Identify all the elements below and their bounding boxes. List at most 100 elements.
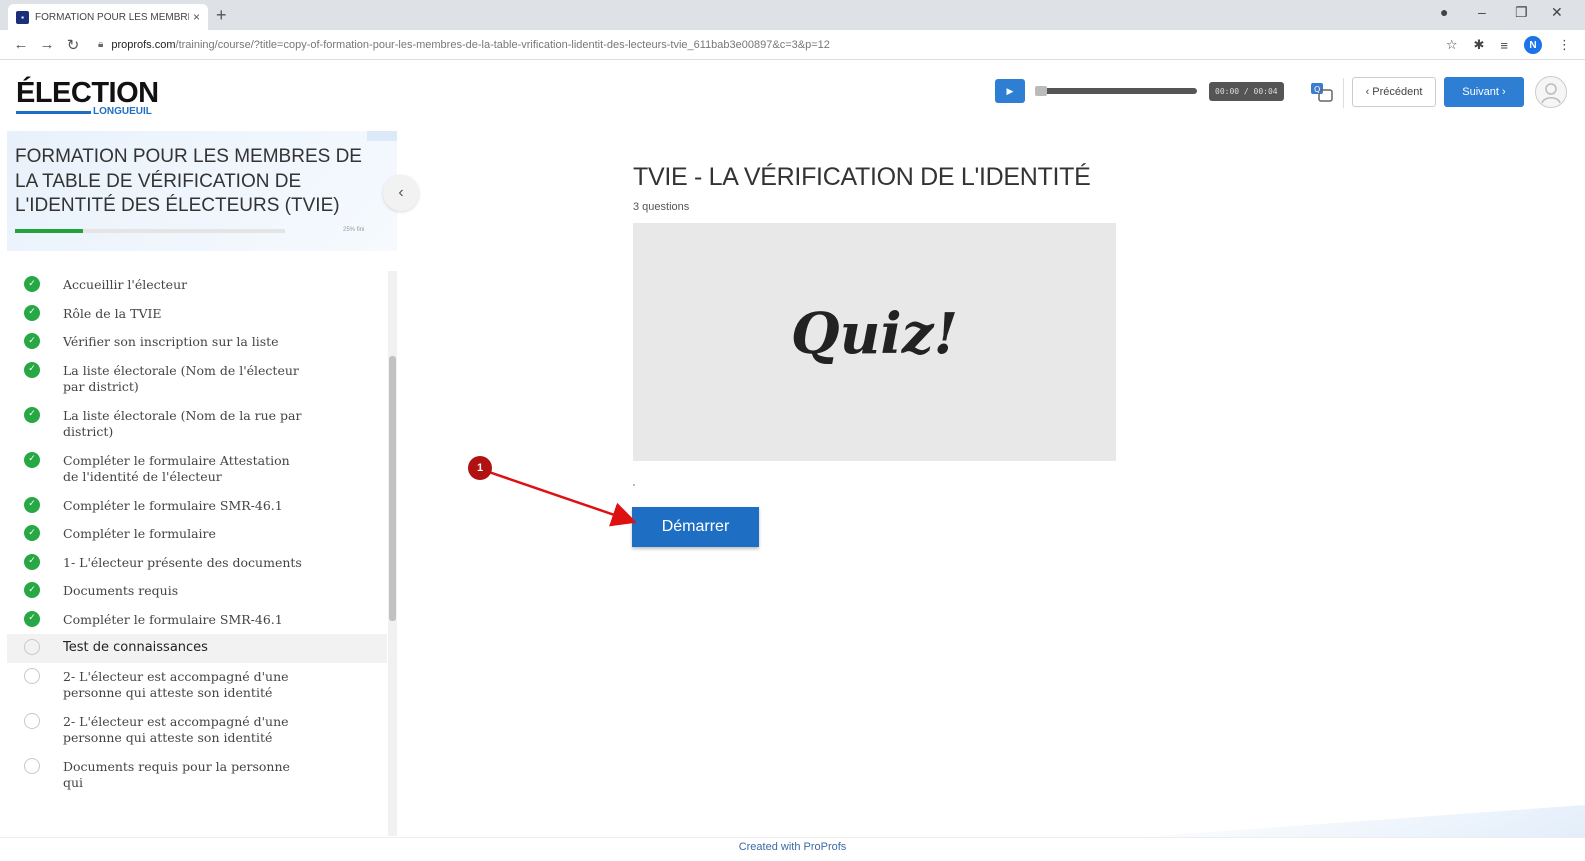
- lesson-item[interactable]: Documents requis pour la personne qui: [7, 753, 387, 798]
- lesson-item[interactable]: ✓ Compléter le formulaire Attestation de …: [7, 447, 387, 492]
- lesson-label: Compléter le formulaire: [63, 526, 216, 541]
- sidebar-header: FORMATION POUR LES MEMBRES DE LA TABLE D…: [7, 131, 397, 251]
- logo-underline: [16, 111, 91, 114]
- lock-icon: 🔒︎: [98, 39, 104, 50]
- completed-check-icon: ✓: [24, 582, 40, 598]
- forward-icon[interactable]: →: [34, 36, 60, 53]
- profile-avatar[interactable]: N: [1524, 36, 1542, 54]
- lesson-item[interactable]: ✓ La liste électorale (Nom de la rue par …: [7, 402, 387, 447]
- lesson-label: Documents requis pour la personne qui: [63, 758, 290, 791]
- lesson-label: Compléter le formulaire SMR-46.1: [63, 611, 283, 627]
- lesson-label: La liste électorale (Nom de l'électeur p…: [63, 362, 299, 395]
- lesson-label: Documents requis: [63, 583, 179, 598]
- page-title: TVIE - LA VÉRIFICATION DE L'IDENTITÉ: [633, 163, 1091, 191]
- lesson-item[interactable]: 2- L'électeur est accompagné d'une perso…: [7, 708, 387, 753]
- close-tab-icon[interactable]: ×: [193, 10, 200, 24]
- lesson-label: Rôle de la TVIE: [63, 305, 162, 321]
- address-bar: ← → ↻ 🔒︎ proprofs.com/training/course/?t…: [0, 30, 1585, 60]
- lesson-item[interactable]: 2- L'électeur est accompagné d'une perso…: [7, 663, 387, 708]
- lesson-label: Compléter le formulaire Attestation de l…: [63, 452, 290, 485]
- question-count: 3 questions: [633, 201, 690, 213]
- site-favicon-icon: ▪: [16, 10, 29, 24]
- sidebar-scrollbar[interactable]: [388, 271, 397, 836]
- footer-credit-link[interactable]: Created with ProProfs: [739, 841, 847, 853]
- bookmark-star-icon[interactable]: ☆: [1446, 37, 1458, 53]
- menu-kebab-icon[interactable]: ⋮: [1558, 37, 1571, 53]
- annotation-badge: 1: [468, 456, 492, 480]
- lesson-item[interactable]: ✓ 1- L'électeur présente des documents: [7, 549, 387, 578]
- lesson-item[interactable]: ✓ Compléter le formulaire SMR-46.1: [7, 606, 387, 635]
- incomplete-circle-icon: [24, 667, 40, 684]
- back-icon[interactable]: ←: [8, 36, 34, 53]
- lesson-label: Accueillir l'électeur: [63, 277, 188, 292]
- lesson-item[interactable]: ✓ Compléter le formulaire: [7, 520, 387, 549]
- annotation-arrow-icon: [485, 469, 637, 527]
- logo-sub-text: LONGUEUIL: [93, 106, 152, 117]
- close-window-icon[interactable]: ✕: [1551, 4, 1563, 21]
- previous-button[interactable]: ‹ Précédent: [1352, 77, 1436, 107]
- maximize-icon[interactable]: ❐: [1515, 4, 1528, 21]
- scrollbar-thumb[interactable]: [389, 356, 396, 621]
- election-logo[interactable]: ÉLECTION LONGUEUIL: [16, 77, 159, 117]
- url-host: proprofs.com: [111, 38, 176, 51]
- lesson-item[interactable]: ✓ Accueillir l'électeur: [7, 271, 387, 300]
- browser-account-icon[interactable]: ●: [1440, 4, 1448, 20]
- course-sidebar: FORMATION POUR LES MEMBRES DE LA TABLE D…: [7, 131, 397, 836]
- lesson-label: 1- L'électeur présente des documents: [63, 554, 302, 570]
- header-separator: [1343, 78, 1344, 108]
- audio-time: 00:00 / 00:04: [1209, 81, 1284, 101]
- lesson-label: Vérifier son inscription sur la liste: [63, 334, 279, 349]
- lesson-label: Compléter le formulaire SMR-46.1: [63, 497, 283, 513]
- lesson-item[interactable]: ✓ Rôle de la TVIE: [7, 300, 387, 329]
- incomplete-circle-icon: [24, 757, 40, 774]
- course-title: FORMATION POUR LES MEMBRES DE LA TABLE D…: [15, 146, 362, 216]
- url-path: /training/course/?title=copy-of-formatio…: [175, 38, 830, 51]
- next-button[interactable]: Suivant ›: [1444, 77, 1524, 107]
- completed-check-icon: ✓: [24, 496, 40, 513]
- completed-check-icon: ✓: [24, 610, 40, 627]
- completed-check-icon: ✓: [24, 333, 40, 349]
- minimize-icon[interactable]: –: [1478, 4, 1486, 20]
- incomplete-circle-icon: [24, 639, 40, 655]
- user-avatar-icon[interactable]: [1535, 76, 1567, 108]
- decorative-background-shape: [1140, 805, 1585, 837]
- lesson-label: 2- L'électeur est accompagné d'une perso…: [63, 668, 289, 701]
- audio-player: ▶ 00:00 / 00:04: [995, 79, 1284, 103]
- lesson-label: Test de connaissances: [63, 640, 208, 655]
- completed-check-icon: ✓: [24, 276, 40, 292]
- app-header: ÉLECTION LONGUEUIL ▶ 00:00 / 00:04 Q ‹ P…: [0, 60, 1585, 130]
- completed-check-icon: ✓: [24, 406, 40, 423]
- collapse-sidebar-chevron-icon[interactable]: ‹: [383, 175, 419, 211]
- audio-progress-slider[interactable]: [1035, 86, 1197, 96]
- start-button[interactable]: Démarrer: [632, 507, 759, 547]
- course-progress-label: 25% fini: [343, 227, 365, 233]
- new-tab-button[interactable]: +: [216, 5, 227, 26]
- extensions-icon[interactable]: ✱: [1474, 37, 1485, 53]
- svg-text:Q: Q: [1314, 85, 1320, 94]
- sidebar-stripe: [367, 131, 397, 141]
- play-icon[interactable]: ▶: [995, 79, 1025, 103]
- course-progress-bar: [15, 229, 285, 233]
- audio-progress-knob[interactable]: [1035, 86, 1047, 96]
- url-field[interactable]: 🔒︎ proprofs.com/training/course/?title=c…: [98, 39, 830, 51]
- completed-check-icon: ✓: [24, 304, 40, 321]
- lesson-label: 2- L'électeur est accompagné d'une perso…: [63, 713, 289, 746]
- lesson-item[interactable]: ✓ La liste électorale (Nom de l'électeur …: [7, 357, 387, 402]
- tab-title: FORMATION POUR LES MEMBRE: [35, 11, 189, 23]
- completed-check-icon: ✓: [24, 525, 40, 541]
- reload-icon[interactable]: ↻: [60, 36, 86, 54]
- incomplete-circle-icon: [24, 712, 40, 729]
- browser-tab[interactable]: ▪ FORMATION POUR LES MEMBRE ×: [8, 4, 208, 30]
- completed-check-icon: ✓: [24, 361, 40, 378]
- lesson-item[interactable]: Test de connaissances: [7, 634, 387, 663]
- course-progress-fill: [15, 229, 83, 233]
- logo-main-text: ÉLECTION: [16, 77, 159, 109]
- footer: Created with ProProfs: [0, 837, 1585, 861]
- quiz-image: Quiz!: [633, 223, 1116, 461]
- lesson-item[interactable]: ✓ Compléter le formulaire SMR-46.1: [7, 492, 387, 521]
- reading-list-icon[interactable]: ≡: [1500, 38, 1508, 53]
- lesson-item[interactable]: ✓ Vérifier son inscription sur la liste: [7, 328, 387, 357]
- transcript-icon[interactable]: Q: [1310, 82, 1334, 104]
- lesson-list: ✓ Accueillir l'électeur ✓ Rôle de la TVIE ✓ V…: [7, 271, 387, 798]
- lesson-item[interactable]: ✓ Documents requis: [7, 577, 387, 606]
